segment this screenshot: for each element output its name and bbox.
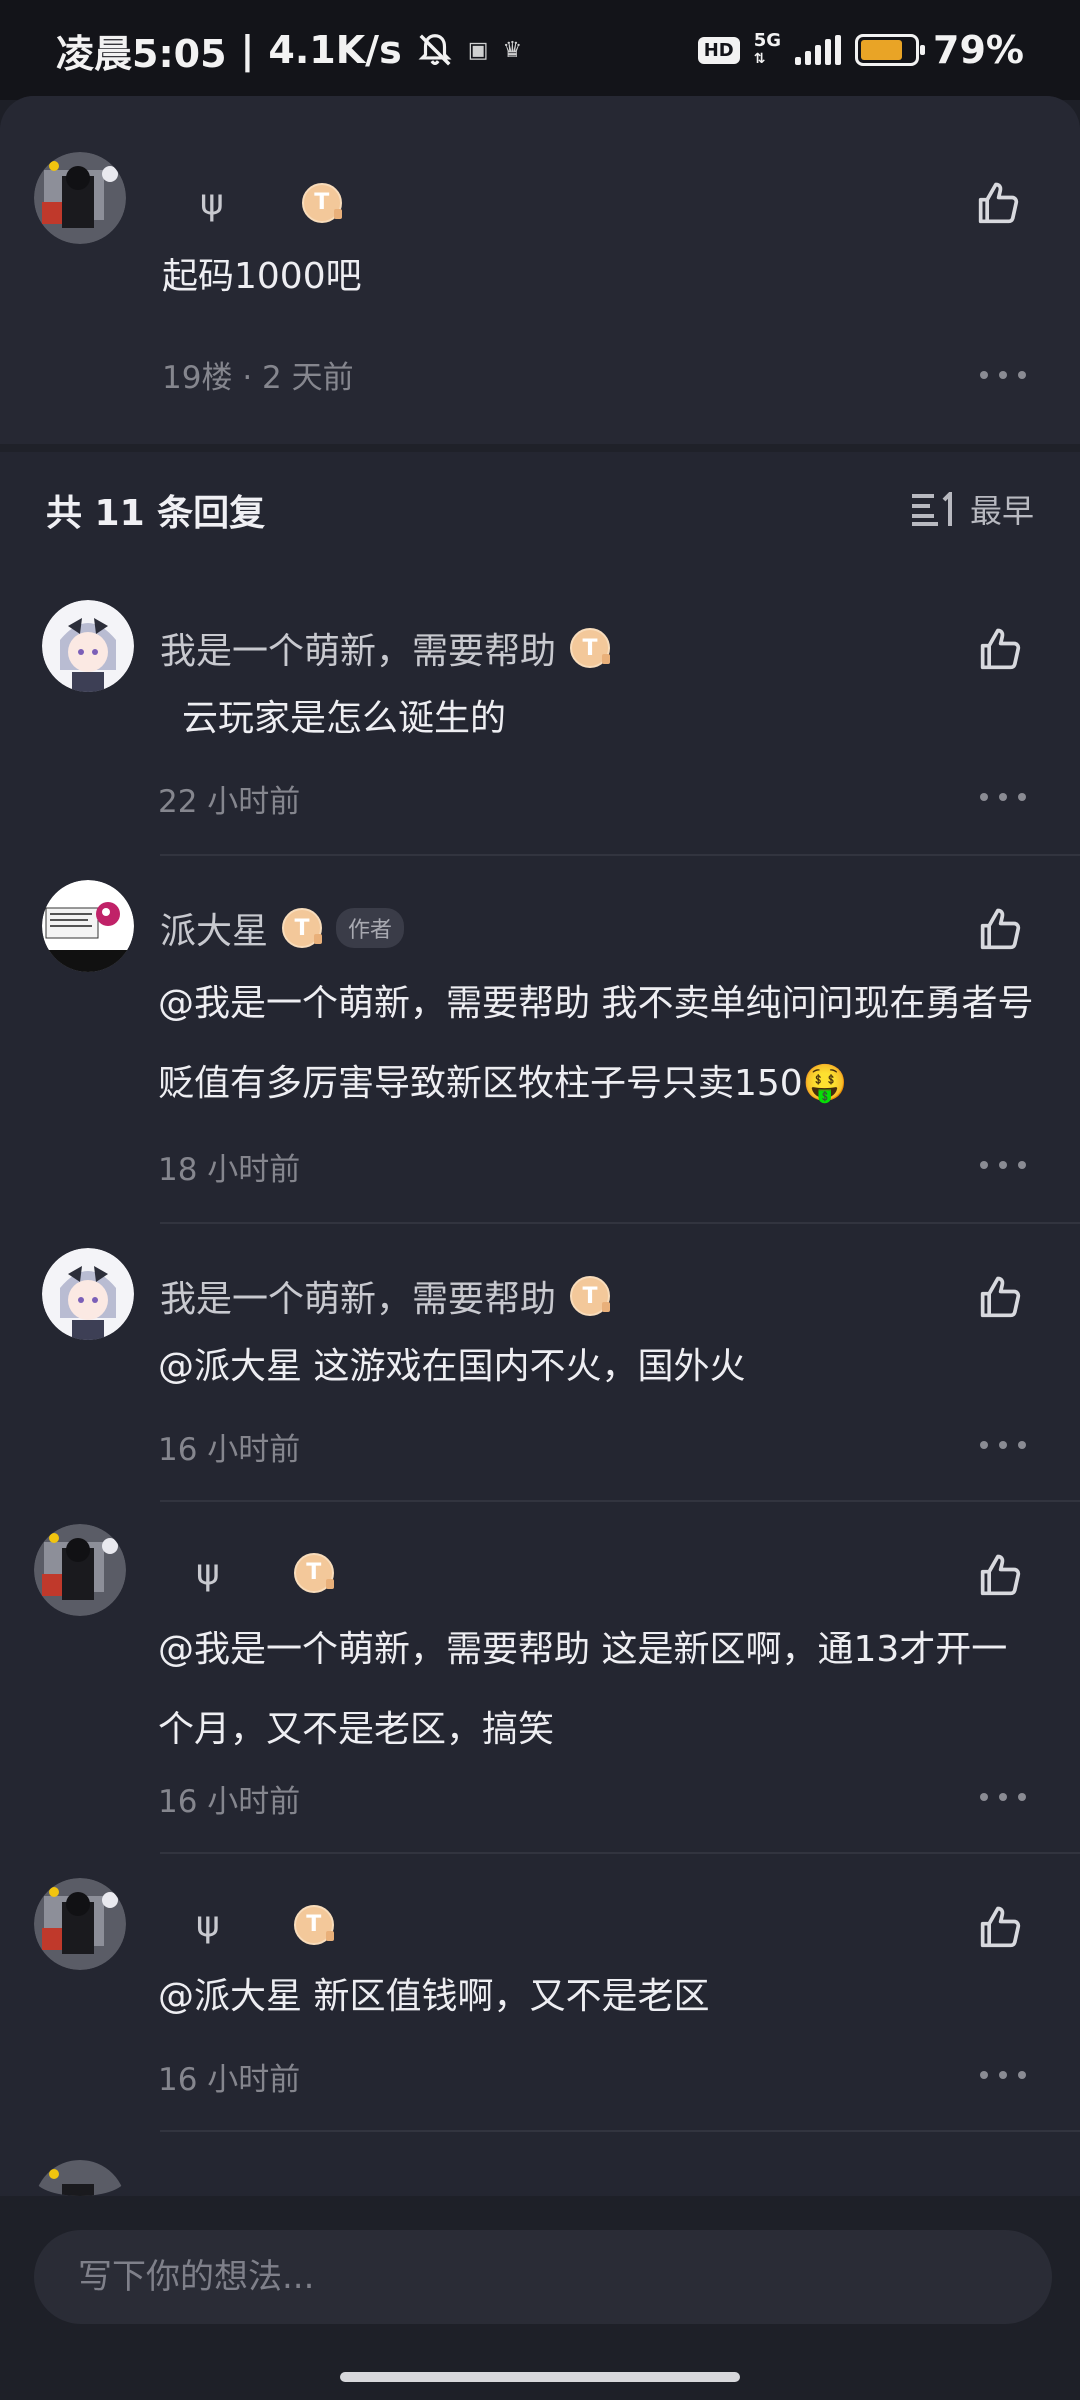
- comment-time: 16 小时前: [158, 1784, 301, 1820]
- comment-author[interactable]: ψ T: [196, 1904, 334, 1945]
- comment-author[interactable]: 派大星 T 作者: [160, 902, 405, 954]
- level-badge-icon: T: [293, 1552, 334, 1593]
- parent-comment: ψ T 起码1000吧 19楼 · 2 天前: [0, 96, 1080, 444]
- divider: [160, 1852, 1080, 1854]
- username[interactable]: ψ: [200, 182, 224, 223]
- like-icon[interactable]: [972, 178, 1024, 230]
- comment-time: 16 小时前: [158, 1432, 301, 1468]
- more-icon[interactable]: [980, 1438, 1026, 1452]
- home-indicator[interactable]: [340, 2372, 740, 2382]
- status-net-speed: 4.1K/s: [268, 28, 402, 72]
- avatar[interactable]: [34, 152, 126, 244]
- crown-icon: ♛: [502, 37, 523, 63]
- section-divider: [0, 444, 1080, 452]
- like-icon[interactable]: [974, 1272, 1026, 1324]
- level-badge-icon: T: [282, 908, 323, 948]
- more-icon[interactable]: [980, 790, 1026, 804]
- status-left: 凌晨5:05 | 4.1K/s ▣ ♛: [56, 23, 522, 78]
- sort-label: 最早: [969, 492, 1034, 530]
- comment-time: 22 小时前: [158, 784, 301, 820]
- bell-muted-icon: [418, 34, 452, 66]
- more-icon[interactable]: [980, 1158, 1026, 1172]
- comment-author[interactable]: ψ T: [200, 182, 342, 223]
- username[interactable]: ψ: [196, 1552, 220, 1593]
- comment-author[interactable]: 我是一个萌新，需要帮助 T: [160, 622, 611, 674]
- avatar[interactable]: [34, 2160, 126, 2196]
- username[interactable]: 我是一个萌新，需要帮助: [160, 622, 556, 674]
- comment-text: 起码1000吧: [162, 256, 362, 297]
- network-type: 5G ⇅: [754, 32, 781, 68]
- app-notification-icon: ▣: [467, 37, 489, 63]
- username[interactable]: 派大星: [160, 902, 268, 954]
- like-icon[interactable]: [974, 904, 1026, 956]
- status-time: 凌晨5:05: [56, 31, 227, 76]
- comment-time: 16 小时前: [158, 2062, 301, 2098]
- replies-count: 共 11 条回复: [46, 493, 266, 534]
- hd-badge: HD: [697, 36, 740, 64]
- username[interactable]: 我是一个萌新，需要帮助: [160, 1270, 556, 1322]
- comment-time: 2 天前: [262, 360, 354, 396]
- more-icon[interactable]: [980, 368, 1026, 382]
- comment-text: @我是一个萌新，需要帮助 这是新区啊，通13才开一个月，又不是老区，搞笑: [158, 1629, 1008, 1750]
- comment-text: 云玩家是怎么诞生的: [182, 698, 507, 739]
- sort-icon: [911, 492, 952, 526]
- sort-toggle[interactable]: 最早: [911, 486, 1034, 532]
- battery-percent: 79%: [933, 28, 1024, 72]
- battery-fill: [861, 40, 903, 60]
- divider: [160, 2130, 1080, 2132]
- data-arrows-icon: ⇅: [753, 51, 766, 67]
- status-right: HD 5G ⇅ 79%: [697, 28, 1024, 72]
- comment-input[interactable]: [34, 2230, 1052, 2324]
- network-label: 5G: [753, 30, 782, 51]
- avatar[interactable]: [42, 600, 134, 692]
- status-separator: |: [240, 28, 255, 72]
- divider: [160, 1500, 1080, 1502]
- comment-time: 18 小时前: [158, 1152, 301, 1188]
- level-badge-icon: T: [301, 182, 342, 223]
- like-icon[interactable]: [974, 1550, 1026, 1602]
- divider: [160, 1222, 1080, 1224]
- more-icon[interactable]: [980, 1790, 1026, 1804]
- signal-icon: [795, 35, 842, 65]
- avatar[interactable]: [42, 1248, 134, 1340]
- level-badge-icon: T: [293, 1904, 334, 1945]
- meta-dot: ·: [242, 360, 263, 396]
- avatar[interactable]: [34, 1878, 126, 1970]
- like-icon[interactable]: [974, 624, 1026, 676]
- level-badge-icon: T: [570, 1276, 611, 1316]
- comment-meta: 19楼 · 2 天前: [162, 352, 354, 397]
- avatar[interactable]: [42, 880, 134, 972]
- status-bar: 凌晨5:05 | 4.1K/s ▣ ♛ HD 5G ⇅ 79%: [0, 0, 1080, 100]
- comment-author[interactable]: 我是一个萌新，需要帮助 T: [160, 1270, 611, 1322]
- comment-author[interactable]: ψ T: [196, 1552, 334, 1593]
- comment-text: @我是一个萌新，需要帮助 我不卖单纯问问现在勇者号贬值有多厉害导致新区牧柱子号只…: [158, 983, 1034, 1104]
- comment-text: @派大星 新区值钱啊，又不是老区: [158, 1976, 710, 2017]
- level-badge-icon: T: [570, 628, 611, 668]
- username[interactable]: ψ: [196, 1904, 220, 1945]
- battery-icon: [855, 34, 926, 66]
- avatar[interactable]: [34, 1524, 126, 1616]
- comment-sheet: ψ T 起码1000吧 19楼 · 2 天前 共 11 条回复 最早 我是一个萌…: [0, 96, 1080, 2400]
- author-tag: 作者: [336, 908, 405, 948]
- floor-number: 19楼: [162, 360, 233, 396]
- divider: [160, 854, 1080, 856]
- comment-text: @派大星 这游戏在国内不火，国外火: [158, 1346, 746, 1387]
- more-icon[interactable]: [980, 2068, 1026, 2082]
- like-icon[interactable]: [974, 1902, 1026, 1954]
